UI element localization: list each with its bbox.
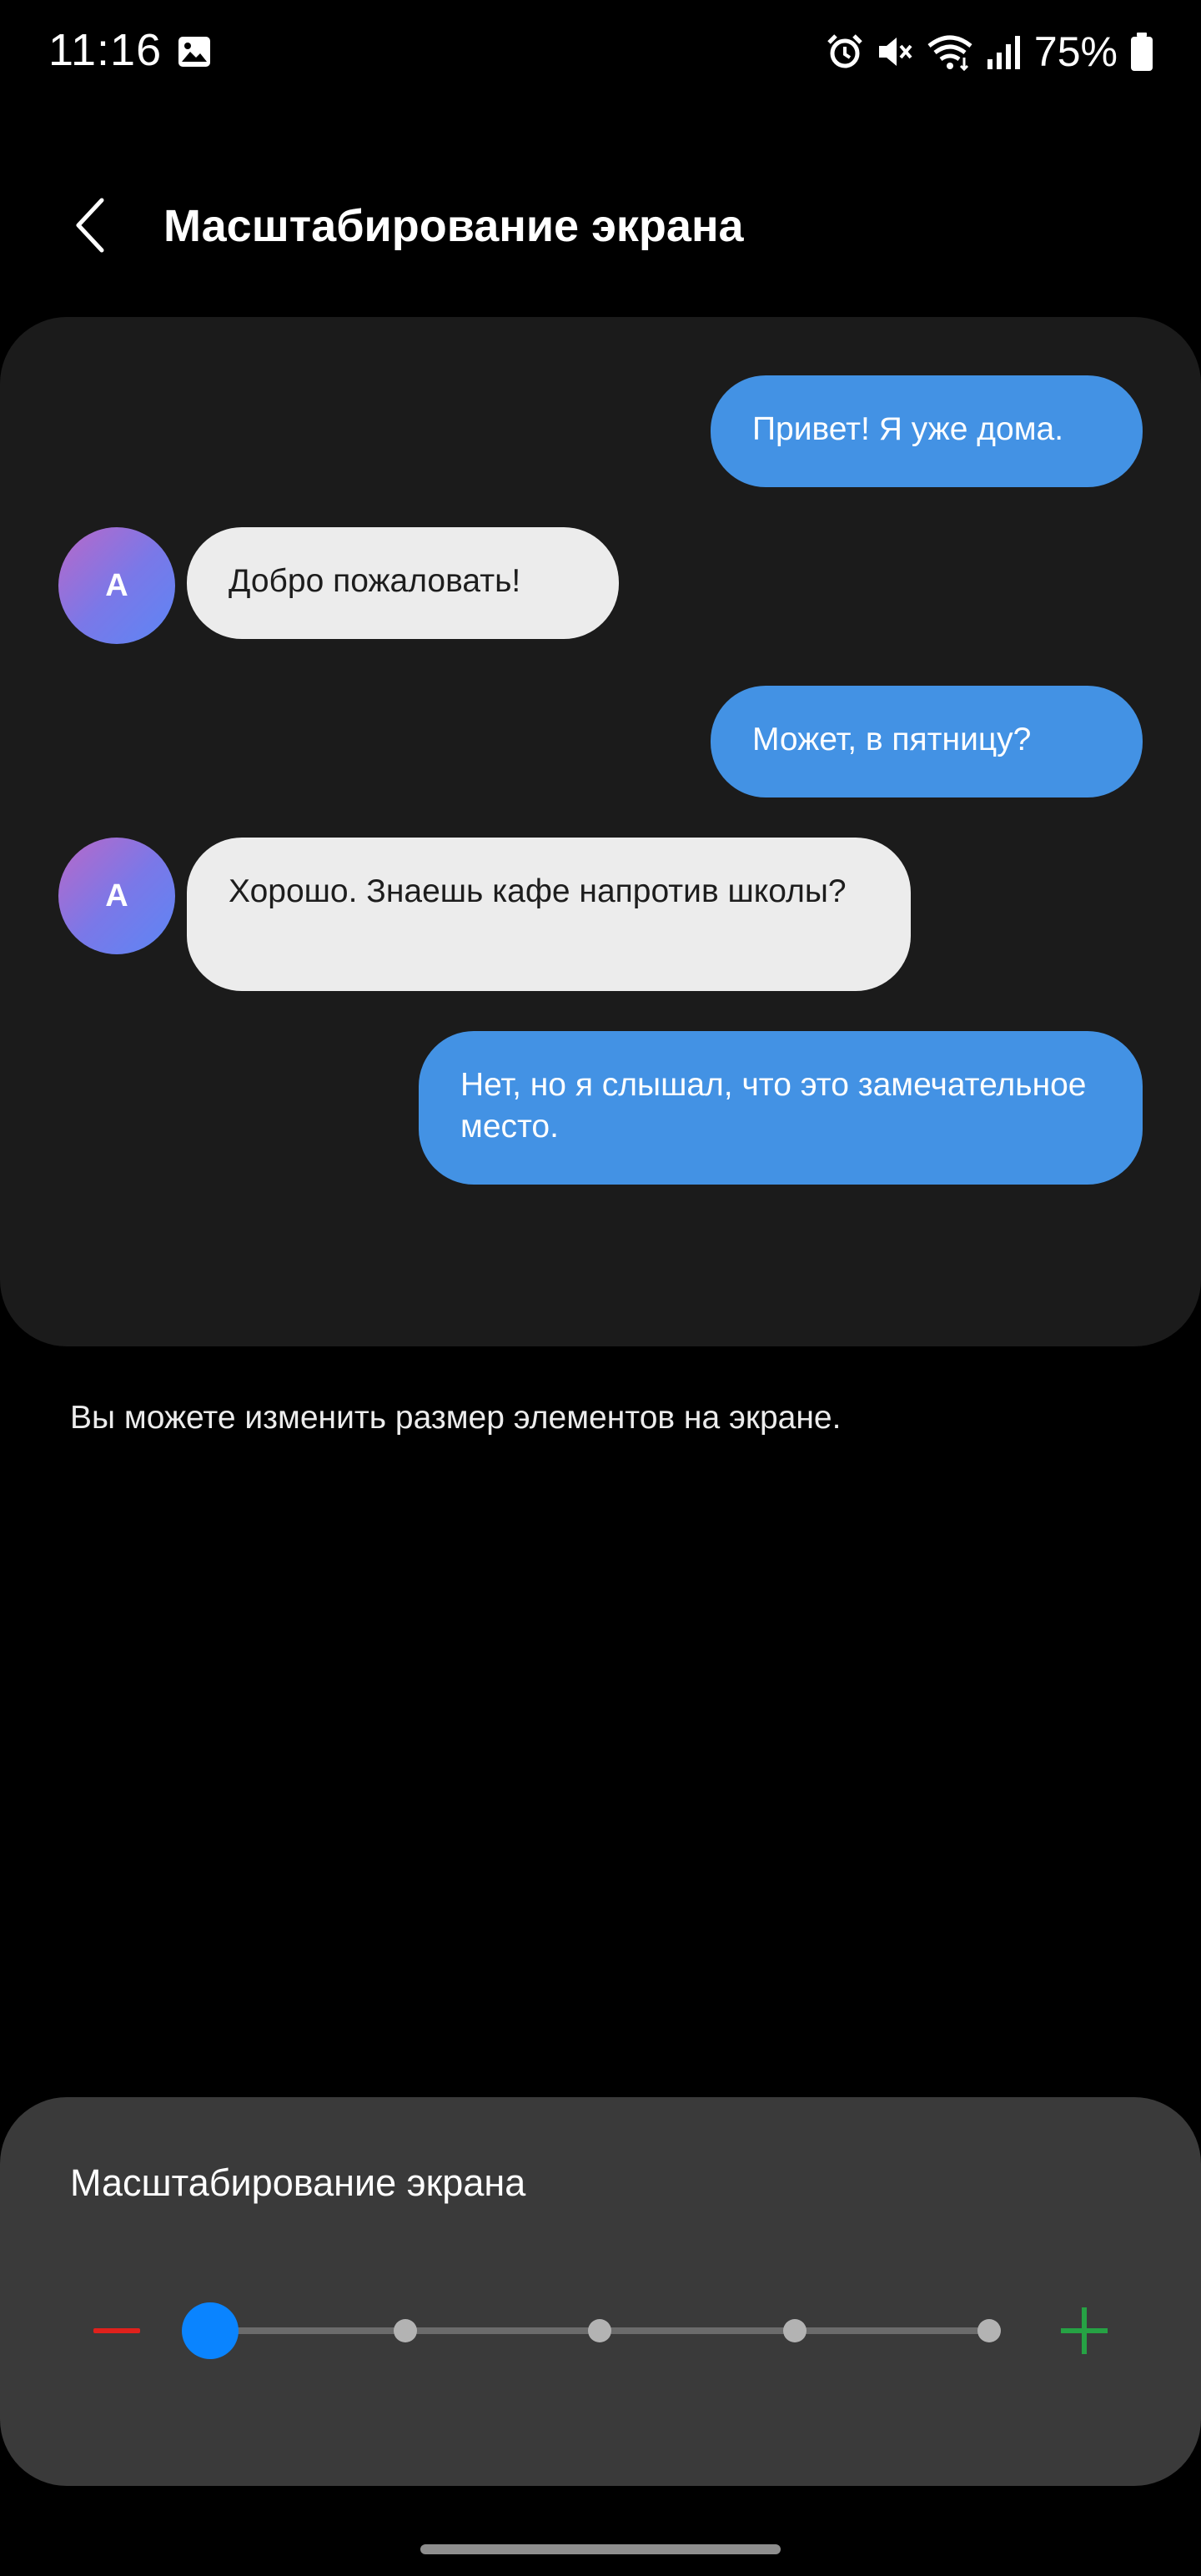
status-time: 11:16	[48, 25, 163, 75]
chat-preview-card: Привет! Я уже дома. A Добро пожаловать! …	[0, 317, 1201, 1346]
slider-step-5[interactable]	[977, 2319, 1001, 2342]
page-title: Масштабирование экрана	[163, 201, 744, 251]
gallery-icon	[178, 37, 210, 67]
zoom-panel-title: Масштабирование экрана	[70, 2161, 526, 2204]
chat-bubble-incoming: Хорошо. Знаешь кафе напротив школы?	[187, 838, 911, 991]
slider-step-4[interactable]	[782, 2319, 807, 2342]
zoom-slider[interactable]	[178, 2297, 1013, 2364]
home-gesture-handle[interactable]	[420, 2544, 781, 2554]
signal-icon	[987, 36, 1020, 69]
chat-bubble-incoming: Добро пожаловать!	[187, 527, 619, 639]
chevron-left-icon	[76, 198, 104, 253]
battery-percent: 75%	[1033, 28, 1118, 75]
zoom-panel: Масштабирование экрана	[0, 2097, 1201, 2486]
app-bar: Масштабирование экрана	[0, 167, 1201, 284]
chat-bubble-outgoing: Привет! Я уже дома.	[711, 375, 1143, 487]
zoom-out-button[interactable]	[83, 2302, 150, 2359]
contact-avatar: A	[58, 838, 175, 954]
battery-icon	[1131, 33, 1153, 71]
slider-step-2[interactable]	[393, 2319, 417, 2342]
status-icons: 75%	[826, 25, 1154, 78]
slider-step-3[interactable]	[588, 2319, 611, 2342]
description-text: Вы можете изменить размер элементов на э…	[70, 1400, 842, 1436]
minus-icon	[93, 2328, 140, 2333]
back-button[interactable]	[53, 189, 127, 262]
mute-icon	[878, 38, 912, 66]
wifi-icon	[927, 35, 972, 71]
status-bar: 11:16 75%	[0, 0, 1201, 105]
zoom-in-button[interactable]	[1051, 2297, 1118, 2364]
slider-thumb[interactable]	[182, 2302, 239, 2359]
contact-avatar: A	[58, 527, 175, 644]
chat-bubble-outgoing: Может, в пятницу?	[711, 686, 1143, 797]
alarm-icon	[827, 34, 862, 68]
chat-bubble-outgoing: Нет, но я слышал, что это замечательное …	[419, 1031, 1143, 1185]
